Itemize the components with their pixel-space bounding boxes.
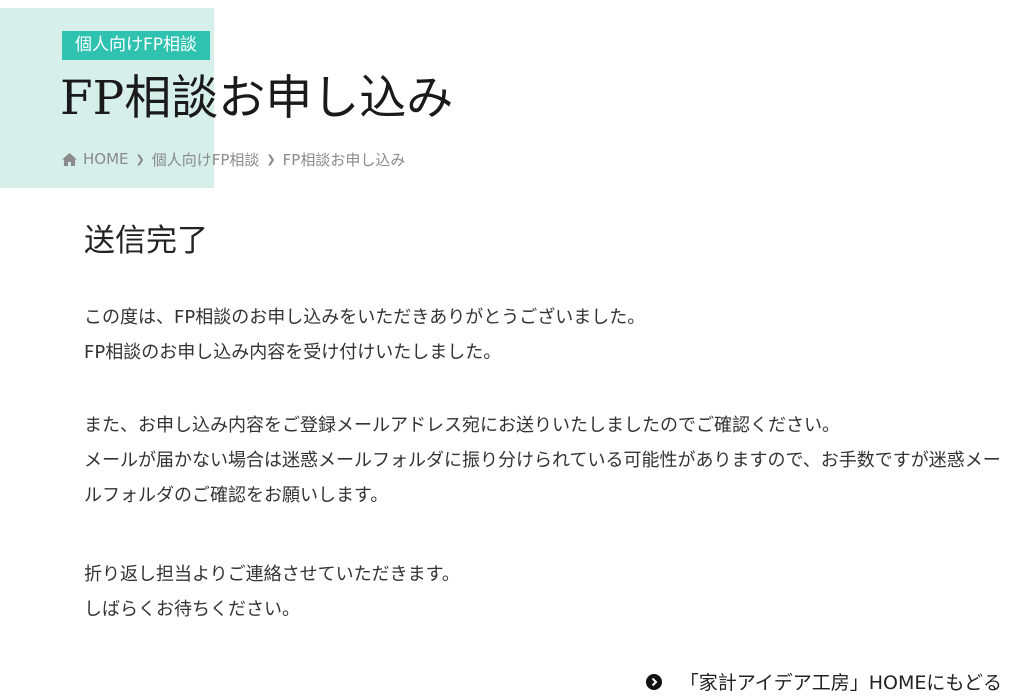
message-line: また、お申し込み内容をご登録メールアドレス宛にお送りいたしましたのでご確認くださ…: [84, 415, 840, 436]
message-line: 折り返し担当よりご連絡させていただきます。: [84, 564, 460, 585]
breadcrumb: HOME ❯ 個人向けFP相談 ❯ FP相談お申し込み: [62, 148, 405, 170]
circle-chevron-right-icon: [645, 673, 662, 690]
breadcrumb-current: FP相談お申し込み: [282, 150, 406, 169]
section-heading: 送信完了: [84, 223, 208, 259]
chevron-right-icon: ❯: [266, 152, 276, 166]
message-paragraph-3: 折り返し担当よりご連絡させていただきます。 しばらくお待ちください。: [84, 557, 1014, 627]
category-badge[interactable]: 個人向けFP相談: [62, 31, 211, 60]
message-paragraph-1: この度は、FP相談のお申し込みをいただきありがとうございました。 FP相談のお申…: [84, 300, 1014, 370]
breadcrumb-home-link[interactable]: HOME: [83, 150, 129, 168]
message-paragraph-2: また、お申し込み内容をご登録メールアドレス宛にお送りいたしましたのでご確認くださ…: [84, 408, 1014, 513]
message-line: FP相談のお申し込み内容を受け付けいたしました。: [84, 342, 502, 363]
breadcrumb-category-link[interactable]: 個人向けFP相談: [152, 149, 260, 170]
page-title: FP相談お申し込み: [60, 71, 454, 126]
home-icon: [62, 152, 77, 166]
message-line: しばらくお待ちください。: [84, 599, 300, 620]
message-line: この度は、FP相談のお申し込みをいただきありがとうございました。: [84, 307, 646, 328]
back-to-home-label: 「家計アイデア工房」HOMEにもどる: [679, 672, 1002, 694]
back-to-home-link[interactable]: 「家計アイデア工房」HOMEにもどる: [645, 668, 1002, 695]
message-line: メールが届かない場合は迷惑メールフォルダに振り分けられている可能性がありますので…: [84, 450, 1001, 506]
chevron-right-icon: ❯: [135, 152, 145, 166]
